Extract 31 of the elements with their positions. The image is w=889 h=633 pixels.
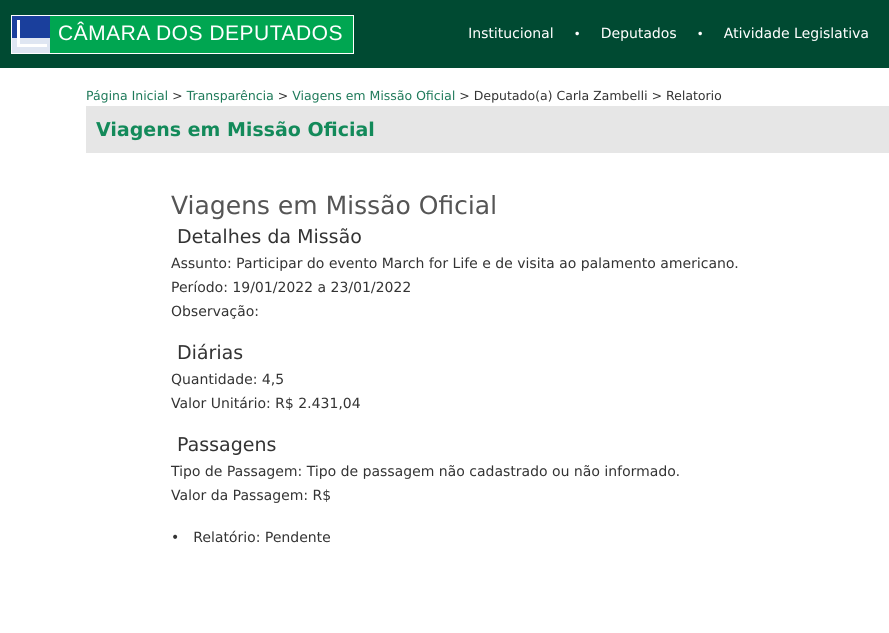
- page-title: Viagens em Missão Oficial: [171, 191, 498, 220]
- section-title: Viagens em Missão Oficial: [96, 118, 375, 140]
- section-heading: Passagens: [177, 434, 278, 456]
- section-heading: Detalhes da Missão: [177, 226, 363, 248]
- breadcrumb-item: Relatorio: [666, 88, 722, 103]
- breadcrumb-separator: >: [652, 88, 662, 103]
- detail-line: Período: 19/01/2022 a 23/01/2022: [171, 279, 412, 298]
- nav-link[interactable]: Atividade Legislativa: [724, 26, 869, 42]
- breadcrumb-link[interactable]: Página Inicial: [86, 88, 168, 103]
- nav-link[interactable]: Deputados: [600, 26, 677, 42]
- breadcrumb-separator: >: [459, 88, 470, 103]
- detail-line: Observação:: [171, 303, 260, 322]
- detail-line: Assunto: Participar do evento March for Life e de visita ao palamento americano.: [171, 255, 740, 274]
- breadcrumb-separator: >: [172, 88, 183, 103]
- nav-separator: •: [574, 27, 581, 41]
- site-logo[interactable]: CÂMARA DOS DEPUTADOS: [11, 14, 354, 54]
- nav-separator: •: [696, 27, 704, 41]
- logo-icon: [12, 16, 50, 52]
- detail-line: Valor da Passagem: R$: [171, 487, 332, 506]
- detail-line: Tipo de Passagem: Tipo de passagem não cadastrado ou não informado.: [171, 463, 682, 482]
- breadcrumb-item: Deputado(a) Carla Zambelli: [474, 88, 648, 103]
- nav-link[interactable]: Institucional: [468, 26, 554, 42]
- breadcrumb-link[interactable]: Viagens em Missão Oficial: [292, 88, 456, 103]
- section-heading: Diárias: [177, 342, 244, 364]
- breadcrumb-separator: >: [278, 88, 288, 103]
- logo-text: CÂMARA DOS DEPUTADOS: [58, 22, 343, 46]
- report-status: Relatório: Pendente: [193, 529, 331, 548]
- bullet-marker: •: [171, 529, 180, 548]
- breadcrumb-link[interactable]: Transparência: [186, 88, 274, 103]
- detail-line: Valor Unitário: R$ 2.431,04: [171, 395, 362, 414]
- detail-line: Quantidade: 4,5: [171, 371, 286, 390]
